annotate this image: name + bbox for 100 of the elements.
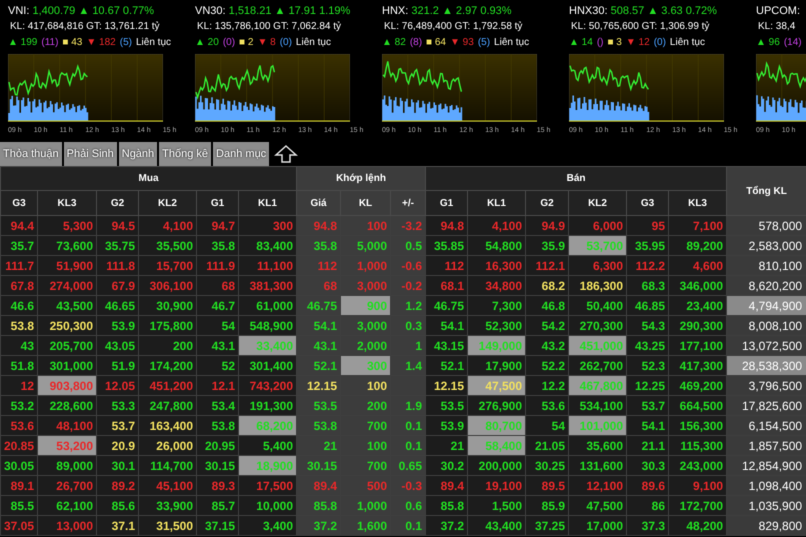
table-cell: 3,400 <box>238 516 296 536</box>
index-value: 508.57 <box>610 5 644 17</box>
table-cell: 31,500 <box>138 516 196 536</box>
table-cell: 100 <box>340 216 390 236</box>
table-cell: 33,400 <box>238 336 296 356</box>
breadth-count: ■ 64 <box>426 36 446 50</box>
table-cell: 18,900 <box>238 456 296 476</box>
tab[interactable]: Ngành <box>118 142 158 166</box>
table-cell: 12 <box>0 376 38 396</box>
table-cell: 1,000 <box>340 256 390 276</box>
table-cell: 172,700 <box>668 496 727 516</box>
table-cell: 47,500 <box>468 376 526 396</box>
index-volume: KL: 50,765,600 GT: 1,306.99 tỷ <box>570 20 710 34</box>
table-cell: 37.2 <box>296 516 340 536</box>
table-cell: 4,100 <box>468 216 526 236</box>
column-heading: KL1 <box>238 190 296 216</box>
column-heading: KL1 <box>468 190 526 216</box>
table-cell: 200 <box>340 396 390 416</box>
table-cell: 95 <box>626 216 669 236</box>
column-heading: KL2 <box>568 190 627 216</box>
table-cell: 52.1 <box>426 356 468 376</box>
table-cell: 2,583,000 <box>726 236 806 256</box>
table-cell: 52.1 <box>296 356 340 376</box>
column-heading: +/- <box>390 190 426 216</box>
table-cell: 200,000 <box>468 456 526 476</box>
table-cell: 94.8 <box>426 216 468 236</box>
table-cell: 35.75 <box>96 236 138 256</box>
tab[interactable]: Thỏa thuận <box>0 142 62 166</box>
table-cell: 7,100 <box>668 216 727 236</box>
table-cell: 12,854,900 <box>726 456 806 476</box>
table-cell: 17,500 <box>238 476 296 496</box>
breadth-count: ▲ 199 <box>8 36 38 50</box>
up-arrow-icon[interactable] <box>274 144 298 164</box>
table-cell: 85.8 <box>296 496 340 516</box>
column-heading: KL3 <box>38 190 96 216</box>
breadth-count: ■ 3 <box>607 36 622 50</box>
table-cell: 4,100 <box>138 216 196 236</box>
table-cell: 53.4 <box>196 396 238 416</box>
table-cell: 52 <box>196 356 238 376</box>
table-cell: 33,900 <box>138 496 196 516</box>
table-cell: 85.5 <box>0 496 38 516</box>
table-cell: 6,000 <box>568 216 627 236</box>
tab[interactable]: Danh mục <box>213 142 270 166</box>
table-cell: -0.6 <box>390 256 426 276</box>
table-cell: 43.15 <box>426 336 468 356</box>
table-cell: 37.1 <box>96 516 138 536</box>
table-cell: 23,400 <box>668 296 727 316</box>
table-cell: 89,000 <box>38 456 96 476</box>
table-cell: 664,500 <box>668 396 727 416</box>
table-cell: 89.3 <box>196 476 238 496</box>
breadth-count: ▲ 20 <box>195 36 219 50</box>
table-cell: 13,072,500 <box>726 336 806 356</box>
table-cell: 5,300 <box>38 216 96 236</box>
table-cell: 3,796,500 <box>726 376 806 396</box>
index-change: ▲ 17.91 1.19% <box>274 5 350 17</box>
table-cell: 30.2 <box>426 456 468 476</box>
breadth-count: (5) <box>120 36 132 50</box>
table-cell: 85.9 <box>526 496 569 516</box>
table-cell: 417,300 <box>668 356 727 376</box>
table-cell: 53.7 <box>626 396 669 416</box>
table-cell: 85.7 <box>196 496 238 516</box>
breadth-count: (0) <box>280 36 292 50</box>
table-cell: 34,800 <box>468 276 526 296</box>
table-cell: 131,600 <box>568 456 627 476</box>
table-cell: 16,300 <box>468 256 526 276</box>
table-cell: 1,600 <box>340 516 390 536</box>
table-cell: 12.25 <box>626 376 669 396</box>
table-cell: 548,900 <box>238 316 296 336</box>
table-cell: 54.1 <box>426 316 468 336</box>
index-name: HNX30: <box>569 5 608 17</box>
table-cell: 5,000 <box>340 236 390 256</box>
table-cell: 17,825,600 <box>726 396 806 416</box>
table-cell: 83,400 <box>238 236 296 256</box>
table-cell: 1,035,900 <box>726 496 806 516</box>
table-cell: 46.75 <box>296 296 340 316</box>
table-cell: 30.1 <box>96 456 138 476</box>
table-cell: 1,098,400 <box>726 476 806 496</box>
table-cell: 43.2 <box>526 336 569 356</box>
table-cell: 4,794,900 <box>726 296 806 316</box>
table-cell: 89.1 <box>0 476 38 496</box>
tab[interactable]: Phải Sinh <box>64 142 117 166</box>
table-cell: 67.9 <box>96 276 138 296</box>
table-cell: 4,600 <box>668 256 727 276</box>
table-cell: 30.15 <box>196 456 238 476</box>
table-cell: 6,154,500 <box>726 416 806 436</box>
breadth-count: ▼ 182 <box>86 36 116 50</box>
table-cell: 53.8 <box>196 416 238 436</box>
breadth-count: ▲ 82 <box>382 36 406 50</box>
column-heading: G1 <box>196 190 238 216</box>
table-cell: 68.3 <box>626 276 669 296</box>
table-cell: 700 <box>340 456 390 476</box>
table-cell: 114,700 <box>138 456 196 476</box>
breadth-count: ▲ 14 <box>569 36 593 50</box>
column-heading: G1 <box>426 190 468 216</box>
index-value: 1,518.21 <box>228 5 272 17</box>
table-cell: 43.05 <box>96 336 138 356</box>
table-cell: 300 <box>238 216 296 236</box>
breadth-count: (5) <box>478 36 490 50</box>
tab[interactable]: Thống kê <box>159 142 212 166</box>
table-cell: 186,300 <box>568 276 627 296</box>
